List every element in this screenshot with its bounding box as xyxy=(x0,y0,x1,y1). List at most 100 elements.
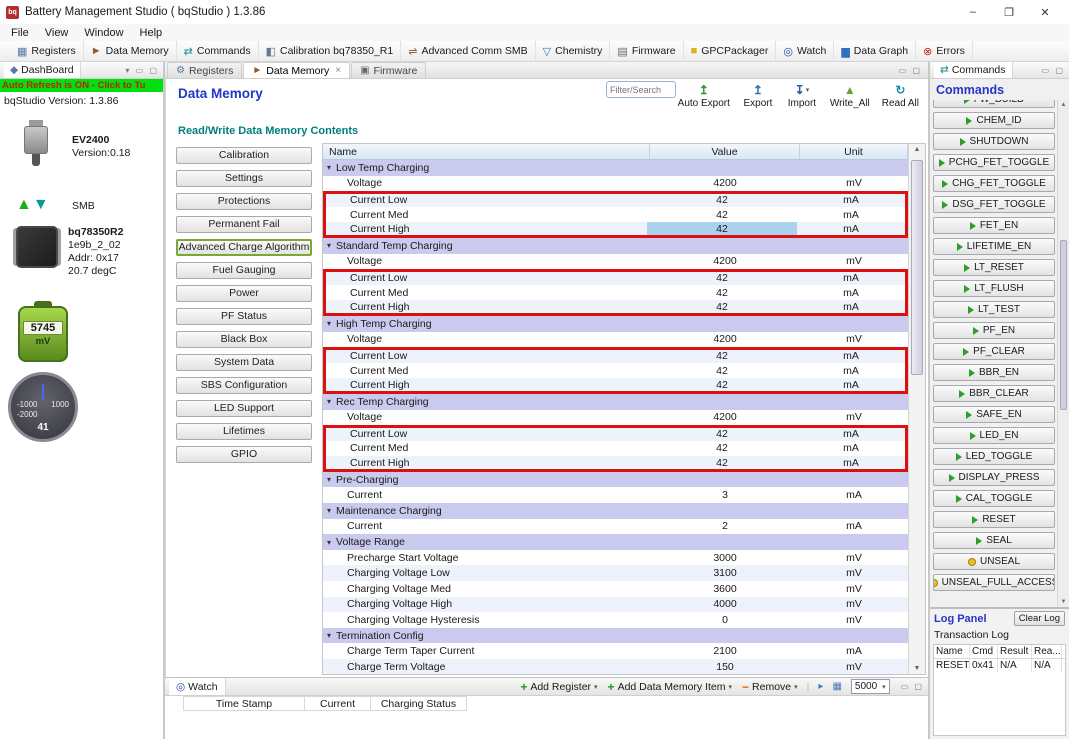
command-lt-test[interactable]: LT_TEST xyxy=(933,301,1055,318)
scroll-down-icon[interactable]: ▼ xyxy=(909,665,925,672)
menu-file[interactable]: File xyxy=(4,27,36,39)
data-row-voltage-range-precharge-start-voltage[interactable]: Precharge Start Voltage 3000 mV xyxy=(323,549,908,566)
tab-registers[interactable]: ⚙ Registers xyxy=(167,62,243,78)
toolbar-chemistry[interactable]: ▽ Chemistry xyxy=(536,41,611,61)
tab-dashboard[interactable]: ◆ DashBoard xyxy=(4,62,81,78)
column-header-name[interactable]: Name xyxy=(323,144,650,159)
data-row-high-temp-charging-current-med[interactable]: Current Med 42 mA xyxy=(323,362,908,379)
data-row-pre-charging-current[interactable]: Current 3 mA xyxy=(323,487,908,504)
command-bbr-clear[interactable]: BBR_CLEAR xyxy=(933,385,1055,402)
command-fet-en[interactable]: FET_EN xyxy=(933,217,1055,234)
section-row-termination-config[interactable]: ▾ Termination Config xyxy=(323,627,908,644)
collapse-chevron-icon[interactable]: ▾ xyxy=(323,538,336,547)
collapse-chevron-icon[interactable]: ▾ xyxy=(323,163,336,172)
command-chem-id[interactable]: CHEM_ID xyxy=(933,112,1055,129)
table-scrollbar[interactable]: ▲ ▼ xyxy=(908,144,925,674)
category-fuel-gauging[interactable]: Fuel Gauging xyxy=(176,262,312,279)
rate-select[interactable]: 5000 ▾ xyxy=(850,679,890,694)
commands-window-icons[interactable]: ▭ ▢ xyxy=(1042,66,1065,75)
row-value-cell[interactable]: 42 xyxy=(647,207,797,223)
data-row-standard-temp-charging-current-low[interactable]: Current Low 42 mA xyxy=(323,269,908,285)
tab-watch[interactable]: ◎ Watch xyxy=(169,678,226,695)
row-value-cell[interactable]: 42 xyxy=(647,272,797,285)
command-led-toggle[interactable]: LED_TOGGLE xyxy=(933,448,1055,465)
row-value-cell[interactable]: 42 xyxy=(647,428,797,441)
command-pf-clear[interactable]: PF_CLEAR xyxy=(933,343,1055,360)
clear-log-button[interactable]: Clear Log xyxy=(1013,611,1065,626)
toolbar-calibration-bq78350-r1[interactable]: ◧ Calibration bq78350_R1 xyxy=(259,41,402,61)
row-value-cell[interactable]: 42 xyxy=(647,378,797,391)
remove-button[interactable]: − Remove ▾ xyxy=(742,680,798,694)
toolbar-errors[interactable]: ⊗ Errors xyxy=(916,41,973,61)
run-button[interactable]: ▸ xyxy=(818,681,823,692)
scrollbar-thumb[interactable] xyxy=(911,160,923,375)
data-row-low-temp-charging-current-high[interactable]: Current High 42 mA xyxy=(323,222,908,238)
minimize-button[interactable]: – xyxy=(955,6,991,19)
command-lt-flush[interactable]: LT_FLUSH xyxy=(933,280,1055,297)
category-system-data[interactable]: System Data xyxy=(176,354,312,371)
row-value-cell[interactable]: 3600 xyxy=(650,581,800,597)
toolbar-registers[interactable]: ▦ Registers xyxy=(10,41,84,61)
row-value-cell[interactable]: 2100 xyxy=(650,643,800,659)
command-chg-fet-toggle[interactable]: CHG_FET_TOGGLE xyxy=(933,175,1055,192)
filter-search-input[interactable] xyxy=(607,82,675,97)
command-dsg-fet-toggle[interactable]: DSG_FET_TOGGLE xyxy=(933,196,1055,213)
command-pchg-fet-toggle[interactable]: PCHG_FET_TOGGLE xyxy=(933,154,1055,171)
command-display-press[interactable]: DISPLAY_PRESS xyxy=(933,469,1055,486)
section-row-low-temp-charging[interactable]: ▾ Low Temp Charging xyxy=(323,160,908,176)
section-row-maintenance-charging[interactable]: ▾ Maintenance Charging xyxy=(323,503,908,519)
data-row-rec-temp-charging-current-low[interactable]: Current Low 42 mA xyxy=(323,425,908,441)
editor-window-icons[interactable]: ▭ ▢ xyxy=(899,66,928,75)
data-row-low-temp-charging-voltage[interactable]: Voltage 4200 mV xyxy=(323,175,908,192)
command-led-en[interactable]: LED_EN xyxy=(933,427,1055,444)
row-value-cell[interactable]: 4200 xyxy=(650,332,800,348)
log-row[interactable]: RESET 0x41 N/A N/A xyxy=(934,659,1065,672)
category-lifetimes[interactable]: Lifetimes xyxy=(176,423,312,440)
add-register-button[interactable]: + Add Register ▾ xyxy=(520,680,597,694)
dropdown-caret-icon[interactable]: ▾ xyxy=(794,683,798,691)
command-lt-reset[interactable]: LT_RESET xyxy=(933,259,1055,276)
row-value-cell[interactable]: 4200 xyxy=(650,410,800,426)
tab-close-icon[interactable]: × xyxy=(335,65,341,76)
collapse-chevron-icon[interactable]: ▾ xyxy=(323,397,336,406)
scroll-up-icon[interactable]: ▲ xyxy=(909,146,925,153)
category-protections[interactable]: Protections xyxy=(176,193,312,210)
row-value-cell[interactable]: 3100 xyxy=(650,565,800,581)
category-led-support[interactable]: LED Support xyxy=(176,400,312,417)
read-all-button[interactable]: ↻ Read All xyxy=(877,81,924,110)
toolbar-data-memory[interactable]: ► Data Memory xyxy=(84,41,177,61)
add-data-memory-item-button[interactable]: + Add Data Memory Item ▾ xyxy=(608,680,732,694)
menu-window[interactable]: Window xyxy=(77,27,130,39)
category-black-box[interactable]: Black Box xyxy=(176,331,312,348)
panel-window-icons[interactable]: ▾ ▭ ▢ xyxy=(125,66,159,75)
toolbar-firmware[interactable]: ▤ Firmware xyxy=(610,41,684,61)
category-settings[interactable]: Settings xyxy=(176,170,312,187)
command-safe-en[interactable]: SAFE_EN xyxy=(933,406,1055,423)
device-chip-icon[interactable] xyxy=(16,226,58,268)
dropdown-caret-icon[interactable]: ▾ xyxy=(594,683,598,691)
data-row-low-temp-charging-current-low[interactable]: Current Low 42 mA xyxy=(323,191,908,207)
data-row-voltage-range-charging-voltage-high[interactable]: Charging Voltage High 4000 mV xyxy=(323,596,908,613)
auto-export-button[interactable]: ↥ Auto Export xyxy=(673,81,735,110)
auto-refresh-banner[interactable]: Auto Refresh is ON - Click to Tu xyxy=(0,79,163,92)
section-row-voltage-range[interactable]: ▾ Voltage Range xyxy=(323,534,908,550)
usb-adapter-icon[interactable] xyxy=(16,120,56,170)
section-row-high-temp-charging[interactable]: ▾ High Temp Charging xyxy=(323,315,908,332)
column-header-value[interactable]: Value xyxy=(650,144,800,159)
data-row-high-temp-charging-current-low[interactable]: Current Low 42 mA xyxy=(323,347,908,363)
collapse-chevron-icon[interactable]: ▾ xyxy=(323,506,336,515)
category-permanent-fail[interactable]: Permanent Fail xyxy=(176,216,312,233)
export-button[interactable]: ↥ Export xyxy=(737,81,779,110)
section-row-standard-temp-charging[interactable]: ▾ Standard Temp Charging xyxy=(323,237,908,254)
row-value-cell[interactable]: 3 xyxy=(650,487,800,503)
data-row-rec-temp-charging-current-high[interactable]: Current High 42 mA xyxy=(323,456,908,472)
write-all-button[interactable]: ▲ Write_All xyxy=(825,81,875,110)
data-row-rec-temp-charging-current-med[interactable]: Current Med 42 mA xyxy=(323,440,908,457)
row-value-cell[interactable]: 42 xyxy=(647,350,797,363)
collapse-chevron-icon[interactable]: ▾ xyxy=(323,319,336,328)
category-pf-status[interactable]: PF Status xyxy=(176,308,312,325)
watch-column-time-stamp[interactable]: Time Stamp xyxy=(183,696,305,711)
toolbar-watch[interactable]: ◎ Watch xyxy=(776,41,835,61)
watch-window-icons[interactable]: ▭ ▢ xyxy=(901,682,924,691)
toolbar-commands[interactable]: ⇄ Commands xyxy=(177,41,259,61)
